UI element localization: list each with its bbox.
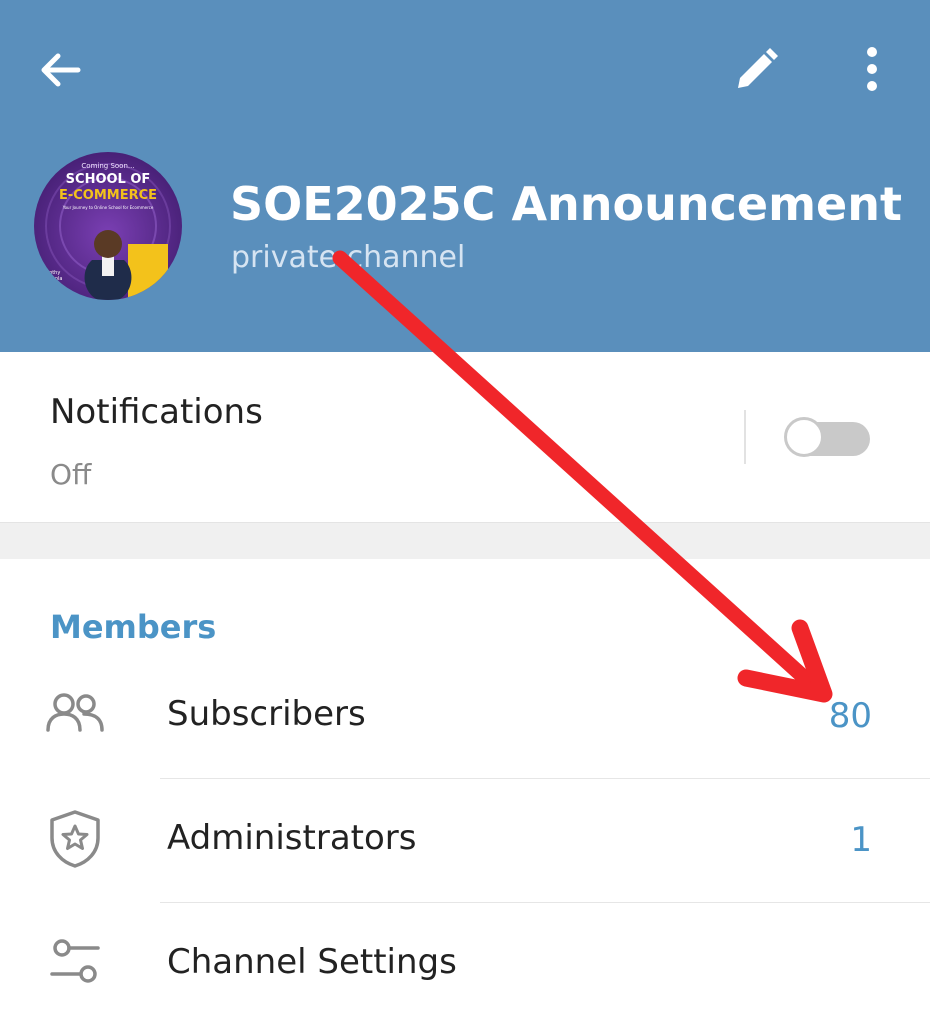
row-separator <box>160 902 930 903</box>
shield-star-icon <box>50 810 100 868</box>
avatar-caption-tagline: Your Journey to Online School for Ecomme… <box>62 205 154 210</box>
subscribers-row[interactable]: Subscribers 80 <box>0 656 930 779</box>
pencil-icon <box>738 48 778 88</box>
back-button[interactable] <box>34 44 86 96</box>
channel-avatar[interactable]: Coming Soon... SCHOOL OF E-COMMERCE Your… <box>34 152 182 300</box>
people-icon <box>46 693 104 732</box>
avatar-caption-line1: SCHOOL OF <box>65 172 151 187</box>
more-options-button[interactable] <box>846 44 898 96</box>
subscribers-count: 80 <box>828 696 872 736</box>
administrators-count: 1 <box>850 820 872 860</box>
more-vertical-icon <box>867 47 877 91</box>
notifications-divider <box>744 410 746 464</box>
avatar-caption-small: Coming Soon... <box>81 162 135 170</box>
channel-settings-label: Channel Settings <box>167 942 457 982</box>
avatar-caption-line2: E-COMMERCE <box>58 188 158 203</box>
channel-title: SOE2025C Announcement Gro <box>230 177 910 231</box>
back-arrow-icon <box>41 53 81 87</box>
notifications-status: Off <box>50 458 92 491</box>
notifications-row[interactable]: Notifications Off <box>0 352 930 522</box>
section-divider <box>0 522 930 559</box>
row-separator <box>160 778 930 779</box>
channel-subtitle: private channel <box>231 240 466 275</box>
channel-header: Coming Soon... SCHOOL OF E-COMMERCE Your… <box>0 0 930 352</box>
administrators-label: Administrators <box>167 818 417 858</box>
edit-button[interactable] <box>730 44 782 96</box>
notifications-label: Notifications <box>50 392 263 432</box>
avatar-person-name: Timothy Moyinola <box>40 270 63 282</box>
notifications-toggle[interactable] <box>784 417 870 457</box>
members-section-title: Members <box>50 608 217 646</box>
subscribers-label: Subscribers <box>167 694 366 734</box>
settings-sliders-icon <box>50 939 100 983</box>
toggle-knob <box>784 417 824 457</box>
channel-settings-row[interactable]: Channel Settings <box>0 904 930 1024</box>
channel-info-page: Coming Soon... SCHOOL OF E-COMMERCE Your… <box>0 0 930 1024</box>
administrators-row[interactable]: Administrators 1 <box>0 780 930 903</box>
